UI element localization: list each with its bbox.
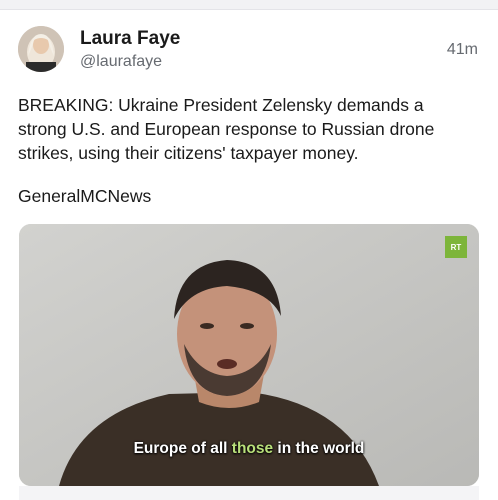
subtitle-text: Europe of all bbox=[133, 440, 232, 457]
media-bottom-edge bbox=[19, 486, 479, 500]
avatar[interactable] bbox=[18, 26, 64, 72]
top-divider bbox=[0, 0, 498, 10]
post-text-line: BREAKING: Ukraine President Zelensky dem… bbox=[18, 95, 424, 115]
subtitle-highlight: those bbox=[231, 440, 274, 457]
post-text-line: strikes, using their citizens' taxpayer … bbox=[18, 143, 359, 163]
post-text: BREAKING: Ukraine President Zelensky dem… bbox=[18, 93, 483, 165]
rt-channel-badge: RT bbox=[445, 236, 467, 258]
post-text-line: strong U.S. and European response to Rus… bbox=[18, 119, 435, 139]
post-source-text: GeneralMCNews bbox=[18, 186, 152, 206]
author-display-name[interactable]: Laura Faye bbox=[80, 28, 180, 50]
post-timestamp[interactable]: 41m bbox=[447, 41, 478, 59]
video-subtitle: Europe of all those in the world bbox=[19, 440, 479, 458]
author-handle[interactable]: @laurafaye bbox=[80, 53, 162, 71]
subtitle-text: in the world bbox=[273, 440, 365, 457]
avatar-photo bbox=[18, 26, 64, 72]
video-player[interactable]: RT Europe of all those in the world bbox=[19, 224, 479, 486]
